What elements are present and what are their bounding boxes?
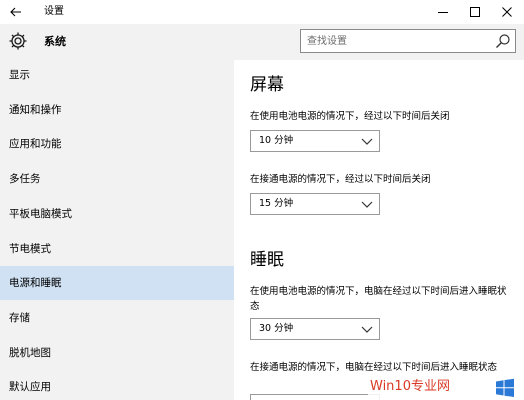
sidebar-item[interactable]: 多任务 — [0, 162, 234, 196]
sidebar-item[interactable]: 通知和操作 — [0, 93, 234, 127]
sidebar-item[interactable]: 存储 — [0, 301, 234, 335]
sidebar-item[interactable]: 节电模式 — [0, 232, 234, 266]
back-button[interactable] — [0, 0, 32, 24]
sidebar-item[interactable]: 脱机地图 — [0, 336, 234, 370]
sleep-plugged-dropdown[interactable] — [250, 394, 380, 400]
sidebar: 系统 显示 通知和操作 应用和功能 多任务 平板电脑模式 节电模式 电源和睡眠 存储 脱机地图默… — [0, 24, 234, 400]
sidebar-item[interactable]: 电源和睡眠 — [0, 266, 234, 301]
title-bar: 设置 — [0, 0, 524, 24]
maximize-icon — [470, 7, 480, 17]
window-title: 设置 — [44, 6, 64, 17]
sidebar-item[interactable]: 应用和功能 — [0, 127, 234, 161]
search-input[interactable] — [307, 30, 487, 52]
close-icon — [502, 7, 512, 17]
watermark-text: Win10专业网 — [370, 379, 450, 394]
dropdown-value: 10 分钟 — [259, 135, 294, 146]
watermark: Win10专业网 — [368, 376, 524, 400]
search-box[interactable] — [300, 29, 516, 53]
sleep-battery-dropdown[interactable]: 30 分钟 — [250, 318, 380, 340]
sleep-battery-label: 在使用电池电源的情况下，电脑在经过以下时间后进入睡眠状态 — [250, 286, 507, 312]
back-arrow-icon — [10, 7, 21, 17]
search-icon[interactable] — [495, 33, 511, 49]
dropdown-value: 30 分钟 — [259, 323, 294, 334]
sleep-section-title: 睡眠 — [250, 250, 284, 270]
chevron-down-icon — [361, 138, 373, 145]
sidebar-item[interactable]: 默认应用 — [0, 370, 234, 400]
chevron-down-icon — [361, 201, 373, 208]
sleep-plugged-label: 在接通电源的情况下，电脑在经过以下时间后进入睡眠状态 — [250, 362, 498, 373]
sidebar-title: 系统 — [44, 35, 66, 48]
maximize-button[interactable] — [458, 0, 492, 24]
screen-plugged-dropdown[interactable]: 15 分钟 — [250, 193, 380, 215]
screen-plugged-label: 在接通电源的情况下，经过以下时间后关闭 — [250, 174, 431, 185]
sidebar-item[interactable]: 显示 — [0, 58, 234, 92]
sidebar-header: 系统 — [0, 24, 234, 60]
screen-battery-dropdown[interactable]: 10 分钟 — [250, 130, 380, 152]
sidebar-item[interactable]: 平板电脑模式 — [0, 197, 234, 231]
minimize-icon — [438, 12, 448, 13]
gear-icon — [9, 32, 27, 50]
screen-section-title: 屏幕 — [250, 75, 284, 95]
screen-battery-label: 在使用电池电源的情况下，经过以下时间后关闭 — [250, 111, 450, 122]
search-row — [234, 24, 524, 60]
close-button[interactable] — [490, 0, 524, 24]
windows-logo-icon — [496, 378, 514, 397]
minimize-button[interactable] — [426, 0, 460, 24]
chevron-down-icon — [361, 326, 373, 333]
main-content: 屏幕 在使用电池电源的情况下，经过以下时间后关闭 10 分钟 在接通电源的情况下… — [234, 24, 524, 400]
dropdown-value: 15 分钟 — [259, 198, 294, 209]
